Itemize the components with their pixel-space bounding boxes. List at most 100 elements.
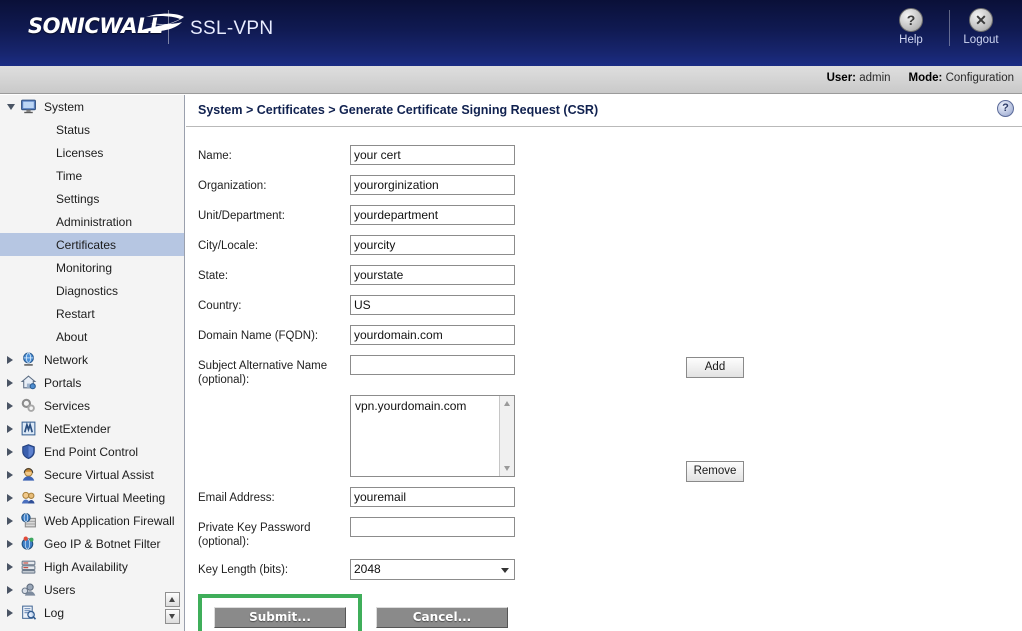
sidebar-group-high-availability[interactable]: High Availability (0, 555, 184, 578)
sidebar-item-label: Time (56, 168, 83, 183)
chevron-right-icon[interactable] (7, 563, 13, 571)
san-listbox[interactable]: vpn.yourdomain.com (350, 395, 515, 477)
submit-button[interactable]: Submit... (214, 607, 346, 628)
sidebar-item-about[interactable]: About (0, 325, 184, 348)
sidebar-item-label: Administration (56, 214, 133, 229)
scroll-up-arrow-icon[interactable] (165, 592, 180, 607)
chevron-down-icon[interactable] (7, 104, 15, 110)
sidebar-item-monitoring[interactable]: Monitoring (0, 256, 184, 279)
country-field[interactable] (350, 295, 515, 315)
cancel-button[interactable]: Cancel... (376, 607, 508, 628)
key-length-row: Key Length (bits): 2048 (198, 559, 1022, 580)
email-field[interactable] (350, 487, 515, 507)
product-name: SSL-VPN (190, 18, 274, 39)
chevron-right-icon[interactable] (7, 471, 13, 479)
banner-divider (168, 10, 169, 44)
sidebar-item-time[interactable]: Time (0, 164, 184, 187)
sidebar-group-services[interactable]: Services (0, 394, 184, 417)
status-mode: Mode: Configuration (909, 72, 1014, 84)
sidebar-item-status[interactable]: Status (0, 118, 184, 141)
key-length-value: 2048 (354, 562, 381, 576)
sidebar-group-label: Services (44, 398, 91, 413)
chevron-right-icon[interactable] (7, 356, 13, 364)
san-scroll-up-icon[interactable] (500, 396, 514, 411)
sidebar-item-restart[interactable]: Restart (0, 302, 184, 325)
status-user-value: admin (859, 72, 891, 84)
chevron-right-icon[interactable] (7, 494, 13, 502)
chevron-right-icon[interactable] (7, 448, 13, 456)
sidebar-item-certificates[interactable]: Certificates (0, 233, 184, 256)
sidebar-group-netextender[interactable]: NetExtender (0, 417, 184, 440)
state-field[interactable] (350, 265, 515, 285)
sidebar-group-web-application-firewall[interactable]: Web Application Firewall (0, 509, 184, 532)
sidebar-item-administration[interactable]: Administration (0, 210, 184, 233)
sidebar-item-label: Certificates (56, 237, 117, 252)
state-row: State: (198, 265, 1022, 285)
san-scroll-down-icon[interactable] (500, 461, 514, 476)
san-label: Subject Alternative Name (optional): (198, 355, 350, 387)
sidebar-item-diagnostics[interactable]: Diagnostics (0, 279, 184, 302)
sidebar-group-network[interactable]: Network (0, 348, 184, 371)
san-list-row: vpn.yourdomain.com Remove (198, 395, 1022, 482)
sidebar-group-users[interactable]: Users (0, 578, 184, 601)
organization-field[interactable] (350, 175, 515, 195)
sidebar-scrollbar[interactable] (165, 592, 180, 624)
san-row: Subject Alternative Name (optional): Add (198, 355, 1022, 387)
scroll-down-arrow-icon[interactable] (165, 609, 180, 624)
page-help-icon[interactable]: ? (997, 100, 1014, 117)
sidebar-item-licenses[interactable]: Licenses (0, 141, 184, 164)
chevron-right-icon[interactable] (7, 402, 13, 410)
logout-button-label: Logout (963, 34, 999, 46)
domain-name-fqdn-row: Domain Name (FQDN): (198, 325, 1022, 345)
sidebar-navigation[interactable]: System Status Licenses Time Settings Administ… (0, 95, 185, 631)
sidebar-group-label: NetExtender (44, 421, 111, 436)
chevron-right-icon[interactable] (7, 379, 13, 387)
domain-name-fqdn-field[interactable] (350, 325, 515, 345)
sidebar-group-geo-ip-botnet-filter[interactable]: Geo IP & Botnet Filter (0, 532, 184, 555)
email-label: Email Address: (198, 492, 275, 504)
san-input[interactable] (350, 355, 515, 375)
private-key-field[interactable] (350, 517, 515, 537)
logout-close-icon: ✕ (969, 8, 993, 32)
sslvpn-admin-page: SONICWALL SSL-VPN ? Help ✕ Logout User: … (0, 0, 1022, 631)
monitor-icon (20, 98, 37, 115)
form-actions: Submit... Cancel... (198, 594, 1022, 631)
san-entry[interactable]: vpn.yourdomain.com (351, 396, 514, 416)
chevron-right-icon[interactable] (7, 540, 13, 548)
chevron-right-icon[interactable] (7, 517, 13, 525)
geo-pin-icon (20, 535, 37, 552)
name-field[interactable] (350, 145, 515, 165)
banner-tools: ? Help ✕ Logout (884, 8, 1008, 46)
help-button[interactable]: ? Help (884, 8, 938, 46)
unit-department-field[interactable] (350, 205, 515, 225)
sidebar-item-label: Restart (56, 306, 95, 321)
san-listbox-scrollbar[interactable] (499, 396, 514, 476)
city-locale-row: City/Locale: (198, 235, 1022, 255)
house-portal-icon (20, 374, 37, 391)
help-question-icon: ? (899, 8, 923, 32)
logout-button[interactable]: ✕ Logout (954, 8, 1008, 46)
chevron-right-icon[interactable] (7, 586, 13, 594)
users-icon (20, 581, 37, 598)
status-user-label: User: (826, 72, 856, 84)
sidebar-group-system[interactable]: System (0, 95, 184, 118)
headset-person-icon (20, 466, 37, 483)
chevron-right-icon[interactable] (7, 609, 13, 617)
sidebar-group-portals[interactable]: Portals (0, 371, 184, 394)
city-locale-field[interactable] (350, 235, 515, 255)
brand-logo[interactable]: SONICWALL (28, 13, 184, 38)
key-length-select[interactable]: 2048 (350, 559, 515, 580)
unit-department-label: Unit/Department: (198, 210, 285, 222)
sidebar-item-settings[interactable]: Settings (0, 187, 184, 210)
san-remove-button[interactable]: Remove (686, 461, 744, 482)
sidebar-group-end-point-control[interactable]: End Point Control (0, 440, 184, 463)
status-user: User: admin (827, 72, 891, 84)
chevron-right-icon[interactable] (7, 425, 13, 433)
key-length-label: Key Length (bits): (198, 564, 289, 576)
sidebar-group-secure-virtual-assist[interactable]: Secure Virtual Assist (0, 463, 184, 486)
main-content: System > Certificates > Generate Certifi… (186, 95, 1022, 631)
private-key-row: Private Key Password (optional): (198, 517, 1022, 549)
san-add-button[interactable]: Add (686, 357, 744, 378)
sidebar-group-log[interactable]: Log (0, 601, 184, 624)
sidebar-group-secure-virtual-meeting[interactable]: Secure Virtual Meeting (0, 486, 184, 509)
